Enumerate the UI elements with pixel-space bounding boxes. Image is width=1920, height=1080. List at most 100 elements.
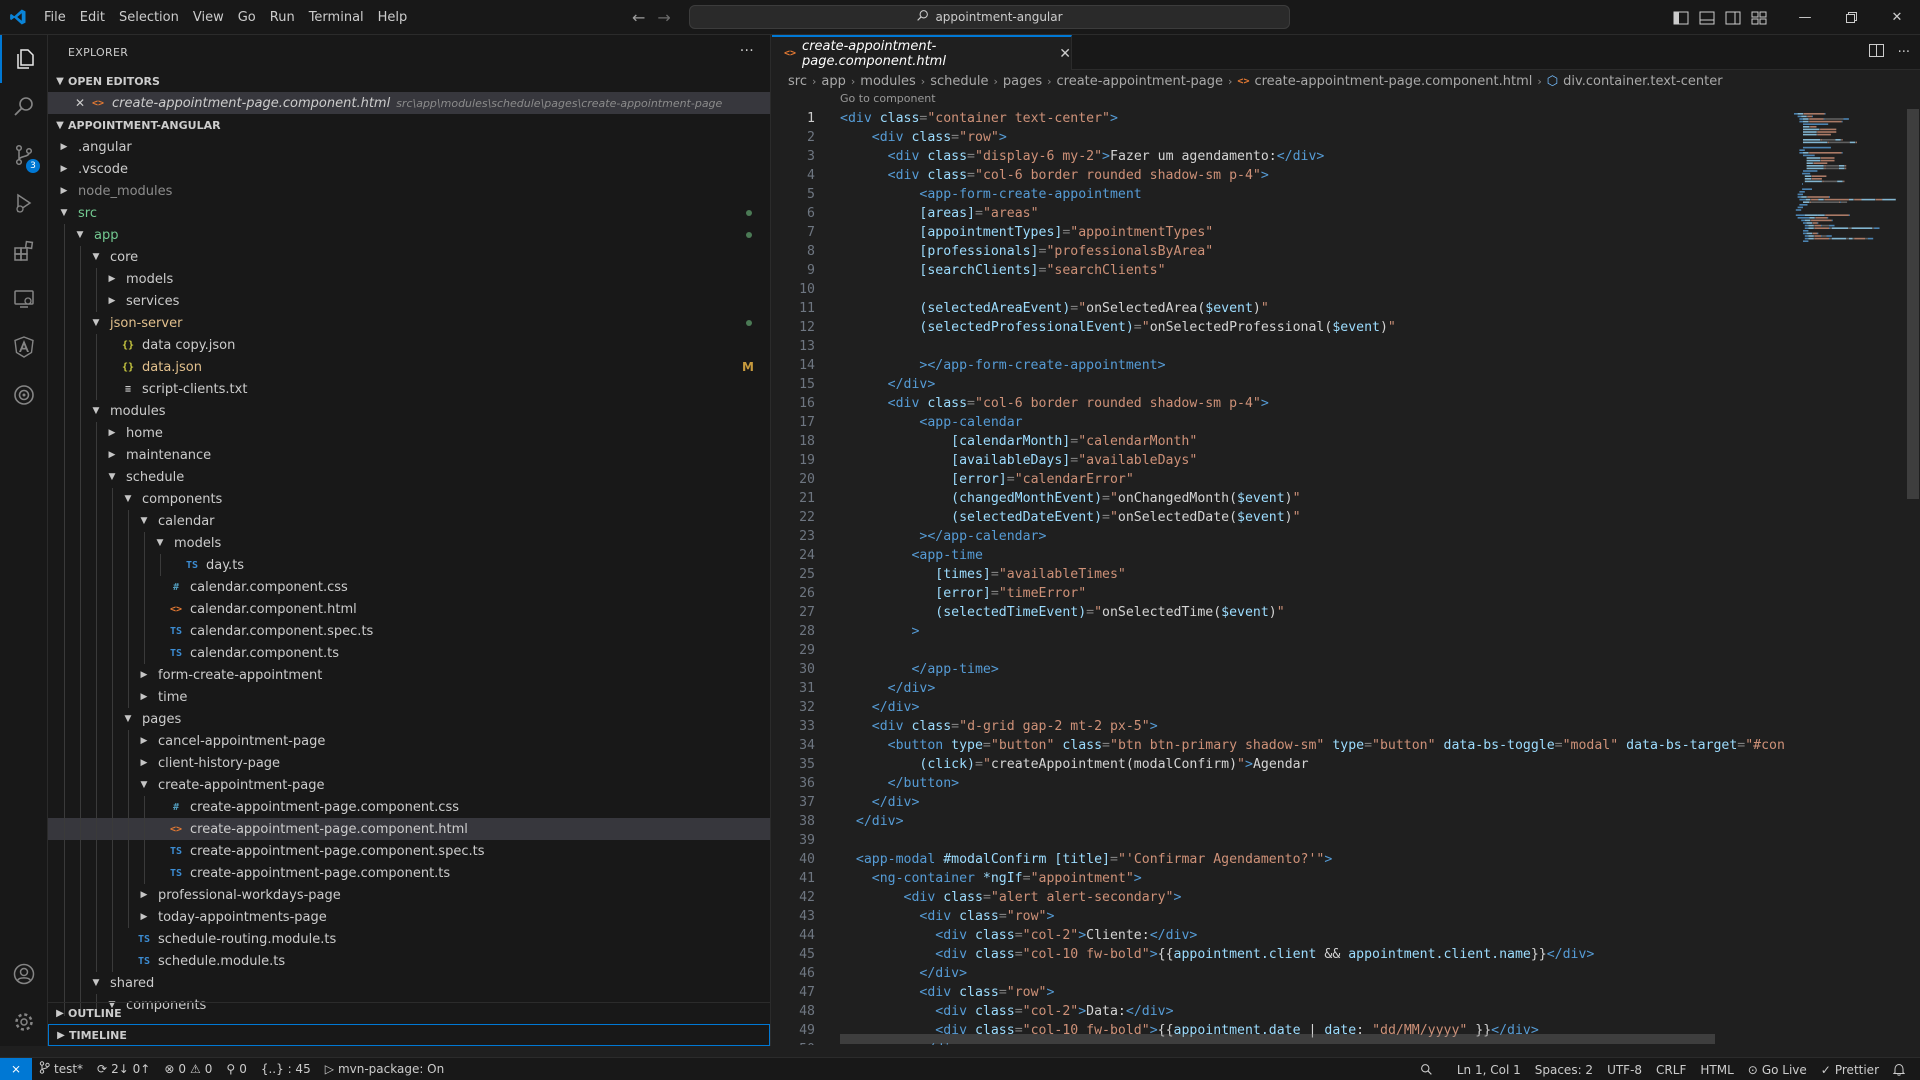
explorer-icon[interactable] xyxy=(0,35,48,83)
close-window-icon[interactable]: ✕ xyxy=(1874,0,1920,35)
restore-icon[interactable] xyxy=(1828,0,1874,35)
status-encoding[interactable]: UTF-8 xyxy=(1600,1063,1649,1077)
code-editor[interactable]: 1 <div class="container text-center"> 2 <d… xyxy=(772,109,1786,1045)
remote-explorer-icon[interactable] xyxy=(0,275,48,323)
status-prettier[interactable]: ✓ Prettier xyxy=(1814,1063,1886,1077)
tree-folder[interactable]: ▼ pages xyxy=(48,708,770,730)
tree-file[interactable]: # calendar.component.css xyxy=(48,576,770,598)
outline-header[interactable]: ▶ OUTLINE xyxy=(48,1002,770,1024)
status-spaces[interactable]: Spaces: 2 xyxy=(1528,1063,1600,1077)
status-branch[interactable]: test* xyxy=(32,1061,90,1077)
tree-file[interactable]: TS day.ts xyxy=(48,554,770,576)
tree-file[interactable]: ≡ script-clients.txt xyxy=(48,378,770,400)
tree-folder[interactable]: ▶ home xyxy=(48,422,770,444)
tree-folder[interactable]: ▶ professional-workdays-page xyxy=(48,884,770,906)
breadcrumb-item[interactable]: src xyxy=(788,74,807,89)
tree-folder[interactable]: ▶ maintenance xyxy=(48,444,770,466)
tree-folder[interactable]: ▼ components xyxy=(48,488,770,510)
remote-indicator-icon[interactable]: ⨯ xyxy=(0,1057,32,1080)
tree-folder[interactable]: ▼ core xyxy=(48,246,770,268)
forward-arrow-icon[interactable]: → xyxy=(657,8,670,27)
toggle-panel-icon[interactable] xyxy=(1694,0,1720,35)
run-debug-icon[interactable] xyxy=(0,179,48,227)
tree-file[interactable]: TS create-appointment-page.component.spec… xyxy=(48,840,770,862)
accounts-icon[interactable] xyxy=(0,950,48,998)
open-editor-item[interactable]: ✕ <> create-appointment-page.component.h… xyxy=(48,92,770,114)
tree-folder[interactable]: ▶ cancel-appointment-page xyxy=(48,730,770,752)
tree-folder[interactable]: ▼ shared xyxy=(48,972,770,994)
tree-file[interactable]: {} data copy.json xyxy=(48,334,770,356)
search-activity-icon[interactable] xyxy=(0,83,48,131)
status-golive[interactable]: ⊙ Go Live xyxy=(1741,1063,1814,1077)
breadcrumb-item[interactable]: modules xyxy=(860,74,916,89)
tab-create-appointment-html[interactable]: <> create-appointment-page.component.htm… xyxy=(772,35,1072,70)
breadcrumb-item[interactable]: div.container.text-center xyxy=(1563,74,1722,89)
breadcrumb-item[interactable]: schedule xyxy=(930,74,988,89)
menu-file[interactable]: File xyxy=(37,0,73,35)
menu-selection[interactable]: Selection xyxy=(112,0,186,35)
tree-folder[interactable]: ▶ .vscode xyxy=(48,158,770,180)
status-problems[interactable]: ⊗ 0 ⚠ 0 xyxy=(157,1062,219,1076)
status-selection-info[interactable]: {..} : 45 xyxy=(254,1062,318,1076)
status-language[interactable]: HTML xyxy=(1693,1063,1740,1077)
breadcrumb-item[interactable]: pages xyxy=(1003,74,1042,89)
close-editor-icon[interactable]: ✕ xyxy=(72,96,88,110)
tree-file[interactable]: <> create-appointment-page.component.html xyxy=(48,818,770,840)
tree-folder[interactable]: ▶ time xyxy=(48,686,770,708)
minimap[interactable] xyxy=(1786,109,1906,1045)
zoom-icon[interactable] xyxy=(1413,1063,1440,1076)
tree-folder[interactable]: ▶ today-appointments-page xyxy=(48,906,770,928)
settings-gear-icon[interactable] xyxy=(0,998,48,1046)
tree-folder[interactable]: ▶ node_modules xyxy=(48,180,770,202)
breadcrumb-item[interactable]: create-appointment-page xyxy=(1057,74,1224,89)
split-editor-icon[interactable] xyxy=(1868,44,1884,61)
status-task[interactable]: ▷ mvn-package: On xyxy=(318,1062,452,1076)
tree-folder[interactable]: ▼ models xyxy=(48,532,770,554)
timeline-header[interactable]: ▶ TIMELINE xyxy=(48,1024,770,1046)
codelens-go-to-component[interactable]: Go to component xyxy=(840,92,936,105)
menu-go[interactable]: Go xyxy=(231,0,263,35)
tree-file[interactable]: TS create-appointment-page.component.ts xyxy=(48,862,770,884)
scrollbar-thumb[interactable] xyxy=(1907,109,1919,499)
tree-file[interactable]: TS schedule.module.ts xyxy=(48,950,770,972)
open-editors-header[interactable]: ▼ OPEN EDITORS xyxy=(48,70,770,92)
menu-run[interactable]: Run xyxy=(263,0,302,35)
tree-folder[interactable]: ▶ models xyxy=(48,268,770,290)
tree-folder[interactable]: ▼ modules xyxy=(48,400,770,422)
source-control-icon[interactable]: 3 xyxy=(0,131,48,179)
customize-layout-icon[interactable] xyxy=(1746,0,1772,35)
tree-folder[interactable]: ▶ services xyxy=(48,290,770,312)
tree-folder[interactable]: ▶ form-create-appointment xyxy=(48,664,770,686)
horizontal-scrollbar[interactable] xyxy=(840,1034,1715,1044)
angular-icon[interactable] xyxy=(0,323,48,371)
close-tab-icon[interactable]: ✕ xyxy=(1059,46,1071,62)
back-arrow-icon[interactable]: ← xyxy=(632,8,645,27)
tree-file[interactable]: TS calendar.component.ts xyxy=(48,642,770,664)
tree-folder[interactable]: ▼ app xyxy=(48,224,770,246)
menu-edit[interactable]: Edit xyxy=(73,0,112,35)
tree-file[interactable]: <> calendar.component.html xyxy=(48,598,770,620)
menu-terminal[interactable]: Terminal xyxy=(302,0,371,35)
tree-folder[interactable]: ▼ create-appointment-page xyxy=(48,774,770,796)
status-ports[interactable]: ⚲ 0 xyxy=(219,1062,253,1076)
tree-folder[interactable]: ▼ calendar xyxy=(48,510,770,532)
status-eol[interactable]: CRLF xyxy=(1649,1063,1693,1077)
tree-folder[interactable]: ▼ schedule xyxy=(48,466,770,488)
editor-more-actions-icon[interactable]: ··· xyxy=(1898,45,1910,60)
tree-file[interactable]: TS schedule-routing.module.ts xyxy=(48,928,770,950)
tree-folder[interactable]: ▶ .angular xyxy=(48,136,770,158)
tree-folder[interactable]: ▶ client-history-page xyxy=(48,752,770,774)
status-sync[interactable]: ⟳ 2↓ 0↑ xyxy=(90,1062,157,1076)
toggle-primary-sidebar-icon[interactable] xyxy=(1668,0,1694,35)
tree-folder[interactable]: ▼ src xyxy=(48,202,770,224)
breadcrumb-item[interactable]: create-appointment-page.component.html xyxy=(1254,74,1532,89)
vertical-scrollbar[interactable] xyxy=(1906,109,1920,1045)
toggle-secondary-sidebar-icon[interactable] xyxy=(1720,0,1746,35)
notifications-bell-icon[interactable] xyxy=(1886,1063,1912,1076)
project-header[interactable]: ▼ APPOINTMENT-ANGULAR xyxy=(48,114,770,136)
breadcrumb-item[interactable]: app xyxy=(821,74,845,89)
tree-folder[interactable]: ▼ json-server xyxy=(48,312,770,334)
tree-file[interactable]: {} data.json M xyxy=(48,356,770,378)
tree-file[interactable]: # create-appointment-page.component.css xyxy=(48,796,770,818)
more-actions-icon[interactable]: ··· xyxy=(740,43,754,59)
